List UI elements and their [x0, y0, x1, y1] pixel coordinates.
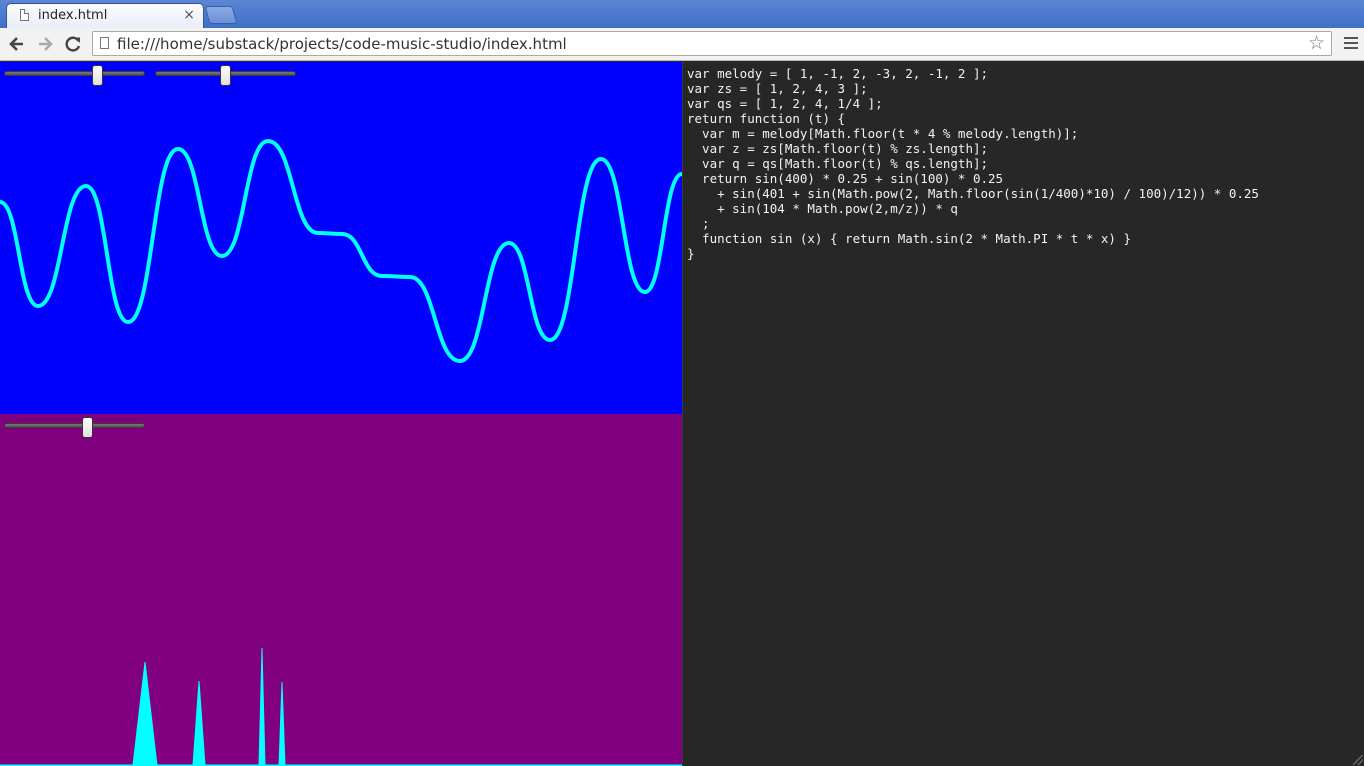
code-line[interactable]: }: [687, 246, 695, 261]
back-arrow-icon[interactable]: [6, 33, 28, 55]
code-line[interactable]: var melody = [ 1, -1, 2, -3, 2, -1, 2 ];: [687, 66, 988, 81]
waveform-slider-1[interactable]: [4, 65, 145, 86]
code-editor[interactable]: var melody = [ 1, -1, 2, -3, 2, -1, 2 ];…: [682, 62, 1364, 766]
slider-thumb[interactable]: [82, 417, 93, 438]
new-tab-button[interactable]: [204, 6, 238, 24]
code-line[interactable]: var qs = [ 1, 2, 4, 1/4 ];: [687, 96, 883, 111]
browser-tab[interactable]: index.html ×: [6, 3, 204, 28]
code-line[interactable]: return sin(400) * 0.25 + sin(100) * 0.25: [687, 171, 1003, 186]
browser-toolbar: ☆: [0, 28, 1364, 61]
hamburger-menu-icon[interactable]: [1344, 34, 1358, 54]
forward-arrow-icon[interactable]: [34, 33, 56, 55]
code-line[interactable]: var q = qs[Math.floor(t) % qs.length];: [687, 156, 988, 171]
waveform-panel: [0, 62, 682, 414]
reload-icon[interactable]: [62, 33, 84, 55]
document-icon: [20, 9, 29, 21]
code-line[interactable]: function sin (x) { return Math.sin(2 * M…: [687, 231, 1131, 246]
slider-track: [4, 423, 145, 428]
spectrum-panel: [0, 414, 682, 766]
waveform-canvas: [0, 139, 682, 363]
code-line[interactable]: + sin(104 * Math.pow(2,m/z)) * q: [687, 201, 958, 216]
tab-title: index.html: [38, 8, 108, 23]
code-line[interactable]: + sin(401 + sin(Math.pow(2, Math.floor(s…: [687, 186, 1259, 201]
slider-thumb[interactable]: [220, 65, 231, 86]
resize-grip[interactable]: [1353, 755, 1363, 765]
code-line[interactable]: var m = melody[Math.floor(t * 4 % melody…: [687, 126, 1078, 141]
waveform-slider-2[interactable]: [155, 65, 296, 86]
page-icon: [100, 37, 109, 49]
code-line[interactable]: var z = zs[Math.floor(t) % zs.length];: [687, 141, 988, 156]
waveform-trace: [0, 139, 682, 363]
close-tab-icon[interactable]: ×: [183, 7, 195, 23]
address-bar[interactable]: ☆: [92, 31, 1332, 56]
spectrum-trace: [0, 647, 682, 766]
slider-track: [4, 71, 145, 76]
spectrum-canvas: [0, 647, 682, 766]
slider-thumb[interactable]: [92, 65, 104, 86]
code-line[interactable]: ;: [687, 216, 710, 231]
code-line[interactable]: return function (t) {: [687, 111, 845, 126]
code-line[interactable]: var zs = [ 1, 2, 4, 3 ];: [687, 81, 868, 96]
spectrum-slider[interactable]: [4, 417, 145, 438]
tab-strip: index.html ×: [0, 0, 1364, 28]
url-input[interactable]: [117, 33, 1297, 54]
bookmark-star-icon[interactable]: ☆: [1308, 32, 1325, 54]
